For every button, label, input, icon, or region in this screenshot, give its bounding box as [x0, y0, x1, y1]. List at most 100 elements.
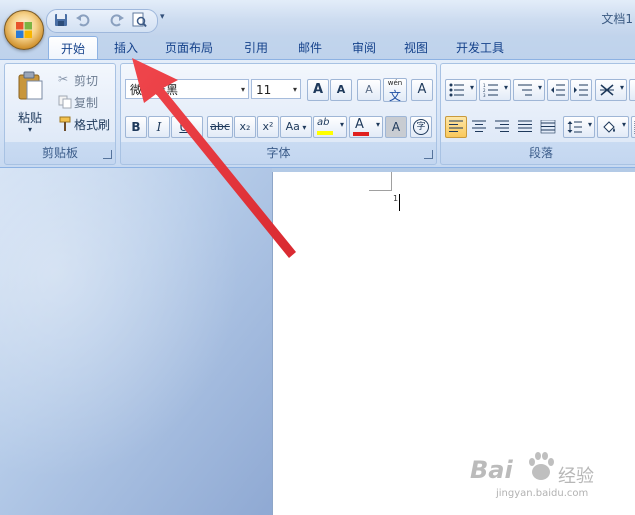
copy-icon — [58, 95, 72, 109]
tab-insert[interactable]: 插入 — [104, 36, 148, 60]
cut-button[interactable]: ✂ 剪切 — [55, 70, 113, 90]
strikethrough-button[interactable]: abc — [207, 116, 233, 138]
office-button[interactable] — [4, 10, 44, 50]
multilevel-list-button[interactable]: ▾ — [513, 79, 545, 101]
paw-icon — [529, 452, 554, 480]
quick-access-more-icon[interactable]: ▾ — [160, 12, 165, 22]
text-highlight-button[interactable]: ab ▾ — [313, 116, 347, 138]
shrink-font-button[interactable]: A — [330, 79, 352, 101]
chinese-layout-button[interactable]: ▾ — [595, 79, 627, 101]
enclose-characters-icon: 字 — [413, 119, 429, 135]
save-icon[interactable] — [53, 12, 69, 28]
underline-icon: U — [179, 120, 189, 134]
phonetic-guide-icon: 文 — [388, 89, 401, 103]
paste-icon — [18, 71, 43, 100]
tab-home[interactable]: 开始 — [48, 36, 98, 61]
shading-button[interactable]: ▾ — [597, 116, 629, 138]
grow-font-button[interactable]: A — [307, 79, 329, 101]
italic-icon: I — [156, 120, 162, 134]
chinese-layout-icon — [600, 84, 614, 96]
multilevel-list-icon — [518, 84, 532, 96]
quick-access-toolbar — [46, 9, 158, 33]
watermark-brand: Bai — [470, 456, 513, 484]
text-highlight-icon: ab — [317, 117, 330, 128]
decrease-indent-icon — [551, 84, 565, 96]
character-shading-button[interactable]: A — [385, 116, 407, 138]
distributed-button[interactable] — [537, 116, 559, 138]
redo-icon[interactable] — [109, 12, 125, 28]
ribbon-tabs: 开始 插入 页面布局 引用 邮件 审阅 视图 开发工具 — [46, 36, 635, 61]
character-shading-icon: A — [391, 120, 401, 134]
align-left-icon — [449, 120, 463, 132]
copy-button[interactable]: 复制 — [55, 92, 113, 112]
sort-button[interactable]: ↕ — [629, 79, 635, 101]
paste-button[interactable]: 粘贴 ▾ — [9, 68, 51, 136]
font-color-button[interactable]: A ▾ — [349, 116, 383, 138]
change-case-button[interactable]: Aa ▾ — [280, 116, 312, 138]
document-background — [0, 168, 272, 515]
bold-button[interactable]: B — [125, 116, 147, 138]
increase-indent-icon — [574, 84, 588, 96]
tab-developer[interactable]: 开发工具 — [448, 36, 512, 60]
numbering-button[interactable]: 1 2 3 ▾ — [479, 79, 511, 101]
baidu-watermark: Bai 经验 jingyan.baidu.com — [470, 450, 630, 510]
window-title: 文档1 — [601, 12, 633, 26]
clipboard-group-label: 剪贴板 — [41, 146, 78, 160]
character-border-icon: A — [417, 82, 427, 97]
tab-page-layout[interactable]: 页面布局 — [158, 36, 220, 60]
strikethrough-icon: abc — [210, 120, 230, 133]
paste-dropdown-icon[interactable]: ▾ — [10, 125, 50, 134]
align-center-button[interactable] — [468, 116, 490, 138]
clear-formatting-button[interactable]: A — [357, 79, 381, 101]
character-border-button[interactable]: A — [411, 79, 433, 101]
format-painter-button[interactable]: 格式刷 — [55, 114, 115, 134]
decrease-indent-button[interactable] — [547, 79, 569, 101]
justify-icon — [518, 120, 532, 132]
margin-mark-vertical — [391, 172, 392, 191]
tab-mailings[interactable]: 邮件 — [288, 36, 332, 60]
font-group: 微软雅黑 ▾ 11 ▾ A A A wén 文 A B I U ▾ abc x₂… — [120, 63, 437, 165]
superscript-button[interactable]: x² — [257, 116, 279, 138]
font-family-select[interactable]: 微软雅黑 ▾ — [125, 79, 249, 99]
paragraph-group-label: 段落 — [528, 146, 553, 160]
phonetic-guide-button[interactable]: wén 文 — [383, 78, 407, 103]
tab-review[interactable]: 审阅 — [342, 36, 386, 60]
clipboard-group: 粘贴 ▾ ✂ 剪切 复制 格式刷 剪贴板 — [4, 63, 116, 165]
tab-references[interactable]: 引用 — [234, 36, 278, 60]
align-right-button[interactable] — [491, 116, 513, 138]
highlight-color-bar — [317, 131, 333, 135]
underline-button[interactable]: U ▾ — [171, 116, 203, 138]
subscript-icon: x₂ — [239, 120, 251, 133]
svg-text:3: 3 — [483, 93, 486, 97]
undo-icon[interactable] — [75, 12, 91, 28]
change-case-icon: Aa — [285, 120, 300, 133]
paragraph-group: ▾ 1 2 3 ▾ ▾ ▾ ▾ ▾ 段落 — [440, 63, 635, 165]
ribbon: 粘贴 ▾ ✂ 剪切 复制 格式刷 剪贴板 微软雅黑 ▾ 11 ▾ A A A w… — [0, 59, 635, 168]
distributed-icon — [540, 120, 556, 134]
borders-button[interactable] — [631, 116, 635, 138]
justify-button[interactable] — [514, 116, 536, 138]
clipboard-launcher-icon[interactable] — [103, 150, 112, 159]
increase-indent-button[interactable] — [570, 79, 592, 101]
line-spacing-button[interactable]: ▾ — [563, 116, 595, 138]
subscript-button[interactable]: x₂ — [234, 116, 256, 138]
enclose-characters-button[interactable]: 字 — [410, 116, 432, 138]
tab-view[interactable]: 视图 — [394, 36, 438, 60]
clear-formatting-icon: A — [365, 83, 373, 96]
line-spacing-icon — [567, 121, 582, 133]
font-size-value: 11 — [256, 83, 272, 97]
font-size-select[interactable]: 11 ▾ — [251, 79, 301, 99]
font-size-dropdown-icon: ▾ — [292, 85, 297, 94]
font-group-label: 字体 — [266, 146, 291, 160]
office-logo-icon — [16, 22, 32, 38]
italic-button[interactable]: I — [148, 116, 170, 138]
align-left-button[interactable] — [445, 116, 467, 138]
print-preview-icon[interactable] — [131, 12, 147, 28]
font-color-icon: A — [355, 117, 364, 132]
font-family-dropdown-icon: ▾ — [240, 85, 245, 94]
font-launcher-icon[interactable] — [424, 150, 433, 159]
bullets-icon — [449, 83, 464, 97]
bullets-button[interactable]: ▾ — [445, 79, 477, 101]
margin-mark-horizontal — [369, 190, 391, 191]
font-color-bar — [353, 132, 369, 136]
